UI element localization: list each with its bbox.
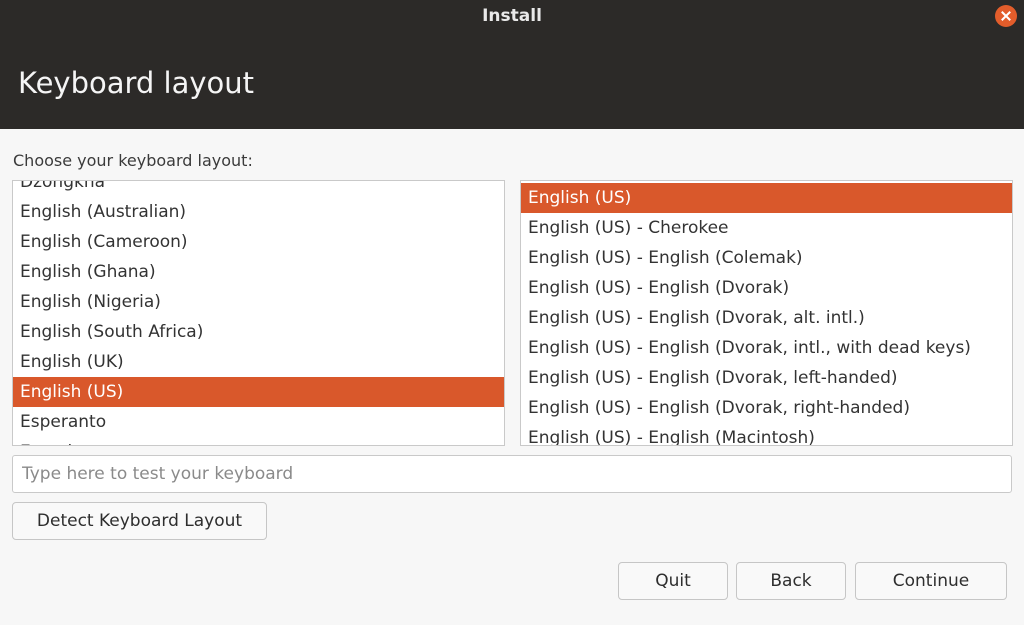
layout-prompt: Choose your keyboard layout:: [13, 151, 253, 170]
layout-item[interactable]: Dzongkha: [13, 181, 504, 197]
variant-list-items: English (US) English (US) - Cherokee Engli…: [521, 183, 1012, 445]
variant-item[interactable]: English (US) - English (Dvorak): [521, 273, 1012, 303]
layout-item[interactable]: English (UK): [13, 347, 504, 377]
window-title: Install: [482, 6, 542, 26]
detect-layout-button[interactable]: Detect Keyboard Layout: [12, 502, 267, 540]
variant-item[interactable]: English (US): [521, 183, 1012, 213]
variant-item[interactable]: English (US) - English (Dvorak, left-han…: [521, 363, 1012, 393]
layout-list[interactable]: Dzongkha English (Australian) English (Cam…: [12, 180, 505, 446]
layout-item[interactable]: English (Ghana): [13, 257, 504, 287]
quit-button[interactable]: Quit: [618, 562, 728, 600]
layout-item[interactable]: English (Nigeria): [13, 287, 504, 317]
variant-item[interactable]: English (US) - English (Macintosh): [521, 423, 1012, 445]
continue-button[interactable]: Continue: [855, 562, 1007, 600]
back-button[interactable]: Back: [736, 562, 846, 600]
layout-item[interactable]: English (South Africa): [13, 317, 504, 347]
variant-item[interactable]: English (US) - English (Dvorak, right-ha…: [521, 393, 1012, 423]
variant-item[interactable]: English (US) - Cherokee: [521, 213, 1012, 243]
title-bar: Install: [0, 0, 1024, 36]
variant-item[interactable]: English (US) - English (Dvorak, alt. int…: [521, 303, 1012, 333]
layout-item[interactable]: English (Cameroon): [13, 227, 504, 257]
layout-item[interactable]: English (Australian): [13, 197, 504, 227]
layout-list-items: Dzongkha English (Australian) English (Cam…: [13, 181, 504, 445]
page-title: Keyboard layout: [18, 66, 255, 100]
variant-item[interactable]: English (US) - English (Colemak): [521, 243, 1012, 273]
page-header: Keyboard layout: [0, 36, 1024, 129]
variant-list[interactable]: English (US) English (US) - Cherokee Engli…: [520, 180, 1013, 446]
keyboard-test-input[interactable]: [12, 455, 1012, 493]
variant-item[interactable]: English (US) - English (Dvorak, intl., w…: [521, 333, 1012, 363]
layout-item[interactable]: Estonian: [13, 437, 504, 445]
layout-item[interactable]: Esperanto: [13, 407, 504, 437]
layout-item[interactable]: English (US): [13, 377, 504, 407]
close-icon[interactable]: [995, 5, 1017, 27]
